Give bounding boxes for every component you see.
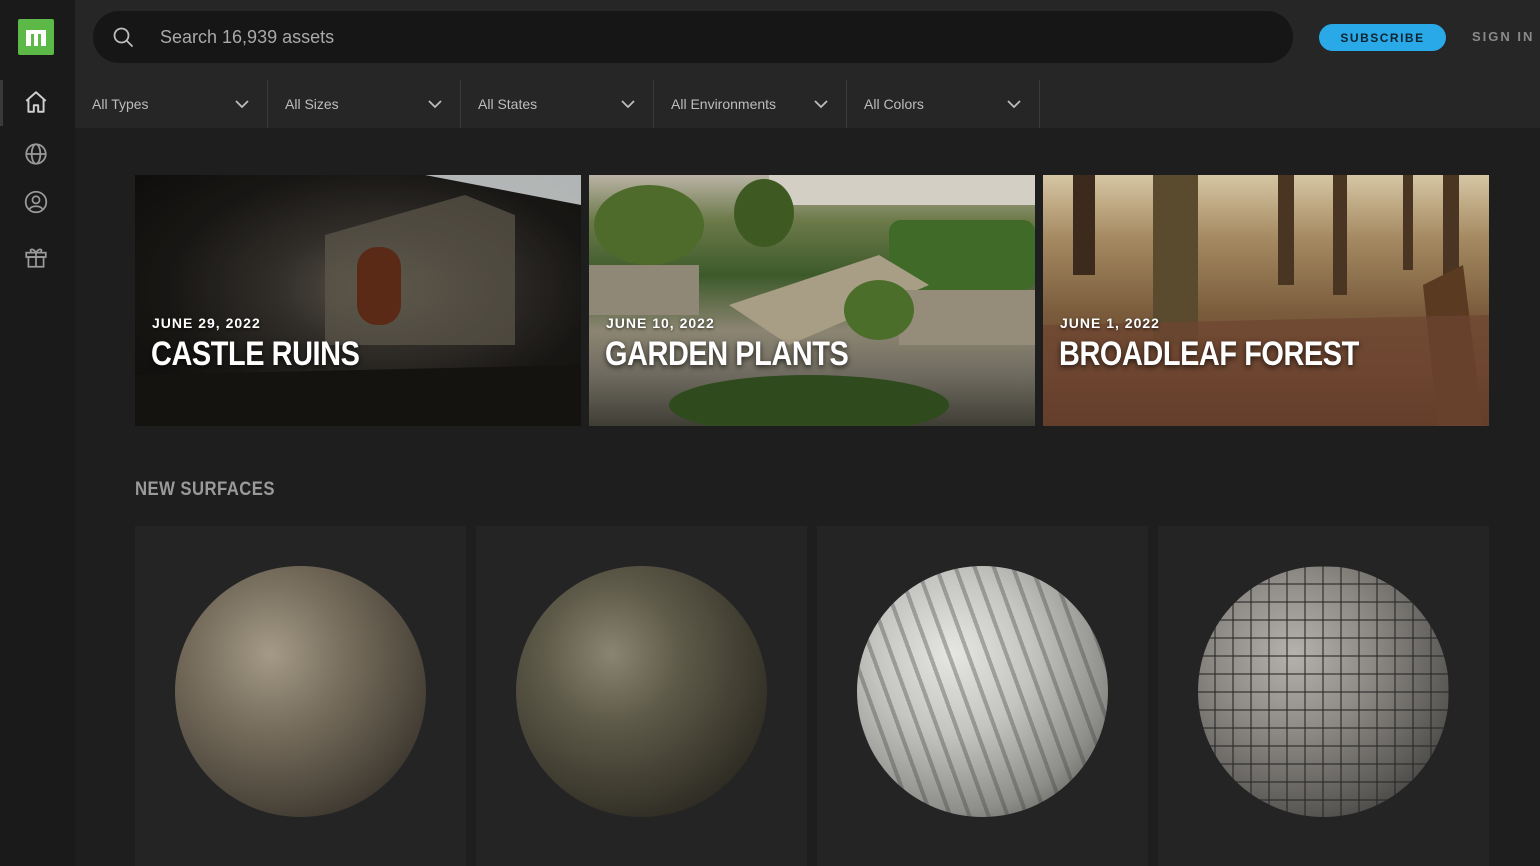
featured-card-broadleaf-forest[interactable]: JUNE 1, 2022 BROADLEAF FOREST [1043, 175, 1489, 426]
gift-icon [25, 248, 47, 268]
chevron-down-icon [621, 99, 635, 108]
nav-account[interactable] [20, 186, 52, 218]
user-icon [24, 190, 48, 214]
broadleaf-forest-image [1043, 175, 1489, 426]
search-input[interactable] [160, 26, 1160, 48]
filter-sizes[interactable]: All Sizes [268, 80, 461, 128]
chevron-down-icon [235, 99, 249, 108]
surface-preview-sphere [1198, 566, 1449, 817]
featured-card-garden-plants[interactable]: JUNE 10, 2022 GARDEN PLANTS [589, 175, 1035, 426]
subscribe-button[interactable]: SUBSCRIBE [1319, 24, 1446, 51]
featured-title: CASTLE RUINS [151, 335, 360, 373]
surface-card[interactable] [1158, 526, 1489, 866]
nav-home[interactable] [20, 86, 52, 118]
filter-environments[interactable]: All Environments [654, 80, 847, 128]
featured-date: JUNE 1, 2022 [1060, 315, 1160, 331]
logo-icon [26, 30, 46, 46]
filter-label: All States [478, 96, 538, 112]
chevron-down-icon [428, 99, 442, 108]
filter-label: All Types [92, 96, 149, 112]
surface-preview-sphere [857, 566, 1108, 817]
nav-active-indicator [0, 80, 3, 126]
filter-label: All Sizes [285, 96, 339, 112]
garden-plants-image [589, 175, 1035, 426]
topbar: SUBSCRIBE SIGN IN All Types All Sizes Al… [75, 0, 1540, 128]
castle-ruins-image [135, 175, 581, 426]
surface-preview-sphere [516, 566, 767, 817]
home-icon [25, 91, 47, 113]
surface-card[interactable] [817, 526, 1148, 866]
surface-preview-sphere [175, 566, 426, 817]
globe-icon [25, 143, 47, 165]
logo[interactable] [18, 19, 54, 55]
featured-date: JUNE 29, 2022 [152, 315, 261, 331]
filter-bar: All Types All Sizes All States All Envir… [75, 80, 1040, 128]
sign-in-link[interactable]: SIGN IN [1472, 29, 1534, 44]
featured-title: BROADLEAF FOREST [1059, 335, 1359, 373]
chevron-down-icon [1007, 99, 1021, 108]
filter-types[interactable]: All Types [75, 80, 268, 128]
filter-label: All Colors [864, 96, 924, 112]
surface-card[interactable] [135, 526, 466, 866]
nav-explore[interactable] [20, 138, 52, 170]
surface-card[interactable] [476, 526, 807, 866]
featured-date: JUNE 10, 2022 [606, 315, 715, 331]
sidebar [0, 0, 75, 866]
featured-title: GARDEN PLANTS [605, 335, 849, 373]
filter-label: All Environments [671, 96, 777, 112]
filter-colors[interactable]: All Colors [847, 80, 1040, 128]
filter-states[interactable]: All States [461, 80, 654, 128]
chevron-down-icon [814, 99, 828, 108]
new-surfaces-heading: NEW SURFACES [135, 479, 275, 500]
nav-gifts[interactable] [20, 241, 52, 273]
search-bar[interactable] [93, 11, 1293, 63]
search-icon[interactable] [111, 25, 135, 49]
featured-card-castle-ruins[interactable]: JUNE 29, 2022 CASTLE RUINS [135, 175, 581, 426]
